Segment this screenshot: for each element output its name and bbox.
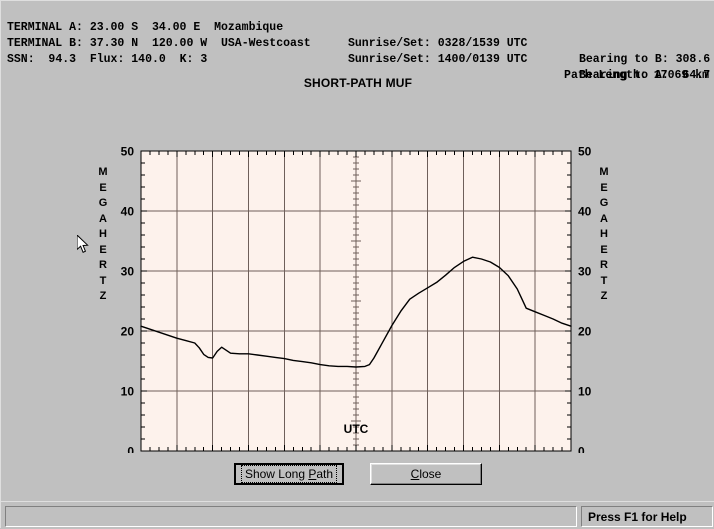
status-help-panel: Press F1 for Help [581,506,713,527]
close-label: Close [410,467,442,481]
y-axis-title-char: M [98,166,108,178]
status-message-panel [5,506,577,527]
y-axis-title-left: MEGAHERTZ [96,165,110,305]
y-axis-title-right: MEGAHERTZ [597,165,611,305]
y-axis-title-char: M [599,166,609,178]
x-axis-title: UTC [344,422,369,436]
y-tick-label-right: 0 [578,445,585,454]
y-axis-title-char: A [600,212,608,225]
y-tick-label-left: 40 [121,205,135,219]
muf-chart-window: TERMINAL A: 23.00 S 34.00 E Mozambique S… [0,0,714,529]
y-axis-title-char: A [99,212,107,225]
y-axis-title-char: Z [99,290,107,302]
status-bar: Press F1 for Help [1,501,714,529]
y-axis-title-char: E [99,243,107,256]
solar-indices-row: SSN: 94.3 Flux: 140.0 K: 3 Path Length: … [1,36,714,82]
y-axis-title-char: T [99,274,107,287]
chart-area: SHORT-PATH MUF 01020304050 01020304050 0… [1,53,714,453]
y-tick-label-left: 50 [121,145,135,159]
y-axis-title-char: E [99,181,107,194]
y-tick-label-right: 10 [578,385,592,399]
y-axis-title-char: H [99,228,107,240]
terminal-a-row: TERMINAL A: 23.00 S 34.00 E Mozambique S… [1,4,714,66]
show-long-path-button[interactable]: Show Long Path [234,463,344,485]
y-axis-labels-right: 0 10 20 30 40 50 [578,145,592,454]
y-axis-title-char: H [600,228,608,240]
y-tick-label-left: 10 [121,385,135,399]
button-row: Show Long Path Close [1,463,714,493]
y-tick-label-right: 30 [578,265,592,279]
y-axis-labels-left: 0 10 20 30 40 50 [121,145,135,454]
close-button[interactable]: Close [370,463,482,485]
y-axis-title-char: G [599,197,609,209]
y-axis-title-char: Z [600,290,608,302]
y-axis-title-char: T [600,274,608,287]
y-axis-title-char: E [600,243,608,256]
y-tick-label-left: 20 [121,325,135,339]
terminal-b-row: TERMINAL B: 37.30 N 120.00 W USA-Westcoa… [1,20,714,82]
y-tick-label-right: 40 [578,205,592,219]
y-tick-label-left: 0 [127,445,134,454]
y-axis-title-char: R [99,259,107,271]
y-axis-title-char: E [600,181,608,194]
path-info-header: TERMINAL A: 23.00 S 34.00 E Mozambique S… [1,1,714,82]
y-axis-title-char: G [98,197,108,209]
y-tick-label-right: 20 [578,325,592,339]
y-tick-label-left: 30 [121,265,135,279]
show-long-path-label: Show Long Path [240,465,338,483]
y-tick-label-right: 50 [578,145,592,159]
y-axis-title-char: R [600,259,608,271]
